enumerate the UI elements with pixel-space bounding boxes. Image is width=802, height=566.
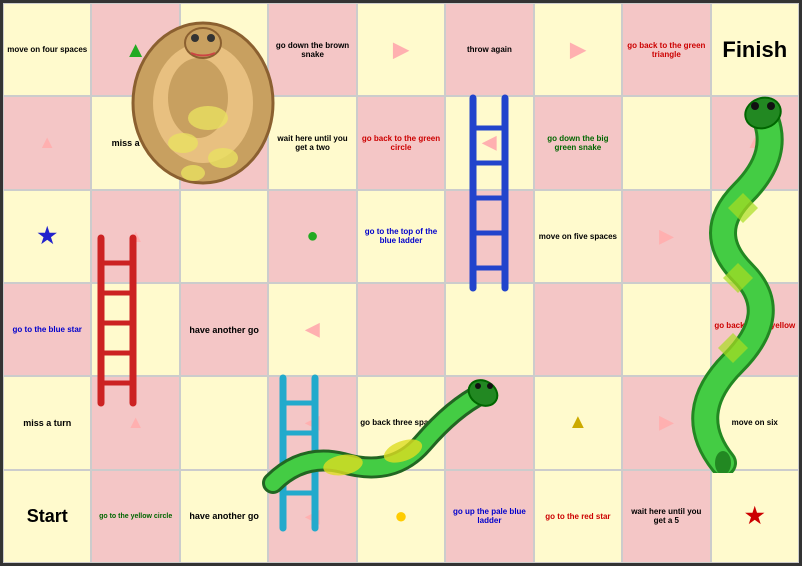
cell-r4c6: ▲ (534, 376, 622, 469)
cell-r5c1: go to the yellow circle (91, 470, 179, 563)
cell-r0c6: ▶ (534, 3, 622, 96)
cell-r2c5 (445, 190, 533, 283)
cell-r3c0: go to the blue star (3, 283, 91, 376)
cell-r2c0: ★ (3, 190, 91, 283)
cell-r5c8: ★ (711, 470, 799, 563)
cell-r0c2: ▶ (180, 3, 268, 96)
cell-r2c8 (711, 190, 799, 283)
arrow-left-icon-4: ◀ (306, 506, 320, 527)
yellow-circle-icon: ● (394, 503, 407, 529)
cell-r1c6: go down the big green snake (534, 96, 622, 189)
cell-r4c1: ▲ (91, 376, 179, 469)
cell-r5c3: ◀ (268, 470, 356, 563)
arrow-up-icon: ▲ (38, 132, 56, 153)
cell-r2c3: ● (268, 190, 356, 283)
cell-r1c7 (622, 96, 710, 189)
arrow-left-icon: ◀ (483, 132, 497, 153)
cell-r3c5 (445, 283, 533, 376)
cell-r2c1: ▲ (91, 190, 179, 283)
cell-r5c4: ● (357, 470, 445, 563)
cell-r1c5: ◀ (445, 96, 533, 189)
cell-r1c1: miss a turn (91, 96, 179, 189)
cell-r2c7: ▶ (622, 190, 710, 283)
cell-r0c3: go down the brown snake (268, 3, 356, 96)
arrow-left-icon-3: ◀ (306, 412, 320, 433)
cell-r2c2 (180, 190, 268, 283)
cell-r4c3: ◀ (268, 376, 356, 469)
arrow-up-icon-4: ▲ (127, 412, 145, 433)
cell-r4c2 (180, 376, 268, 469)
arrow-up-icon-2: ▲ (746, 132, 764, 153)
cell-r5c5: go up the pale blue ladder (445, 470, 533, 563)
green-circle-icon: ● (307, 225, 319, 248)
arrow-left-icon-2: ◀ (306, 319, 320, 340)
cell-r1c3: wait here until you get a two (268, 96, 356, 189)
blue-star-icon: ★ (37, 223, 57, 249)
cell-r1c0: ▲ (3, 96, 91, 189)
cell-r3c1 (91, 283, 179, 376)
cell-r3c8: go back to the yellow triangle (711, 283, 799, 376)
green-triangle-icon: ▲ (125, 37, 147, 63)
cell-r0c4: ▶ (357, 3, 445, 96)
cell-r3c3: ◀ (268, 283, 356, 376)
cell-r4c8: move on six (711, 376, 799, 469)
cell-finish: Finish (711, 3, 799, 96)
cell-r1c4: go back to the green circle (357, 96, 445, 189)
cell-r0c0: move on four spaces (3, 3, 91, 96)
cell-r4c7: ▶ (622, 376, 710, 469)
cell-r2c4: go to the top of the blue ladder (357, 190, 445, 283)
game-board: move on four spaces ▲ ▶ go down the brow… (0, 0, 802, 566)
cell-r1c2 (180, 96, 268, 189)
cell-r0c1: ▲ (91, 3, 179, 96)
cell-r2c6: move on five spaces (534, 190, 622, 283)
cell-r5c6: go to the red star (534, 470, 622, 563)
cell-r3c2: have another go (180, 283, 268, 376)
arrow-right-icon: ▶ (216, 37, 231, 62)
arrow-right-icon-5: ▶ (659, 412, 673, 433)
yellow-triangle-icon: ▲ (568, 411, 588, 434)
arrow-up-icon-3: ▲ (127, 226, 145, 247)
arrow-right-icon-3: ▶ (570, 37, 585, 62)
arrow-right-icon-2: ▶ (393, 37, 408, 62)
cell-r3c4 (357, 283, 445, 376)
arrow-right-icon-4: ▶ (659, 226, 673, 247)
red-star-icon: ★ (745, 503, 765, 529)
cell-r0c5: throw again (445, 3, 533, 96)
cell-r3c7 (622, 283, 710, 376)
cell-r4c4: go back three spaces (357, 376, 445, 469)
cell-r0c7: go back to the green triangle (622, 3, 710, 96)
cell-r5c7: wait here until you get a 5 (622, 470, 710, 563)
cell-r4c5 (445, 376, 533, 469)
cell-r1c8: ▲ (711, 96, 799, 189)
cell-r3c6 (534, 283, 622, 376)
cell-r4c0: miss a turn (3, 376, 91, 469)
cell-r5c2: have another go (180, 470, 268, 563)
cell-start: Start (3, 470, 91, 563)
